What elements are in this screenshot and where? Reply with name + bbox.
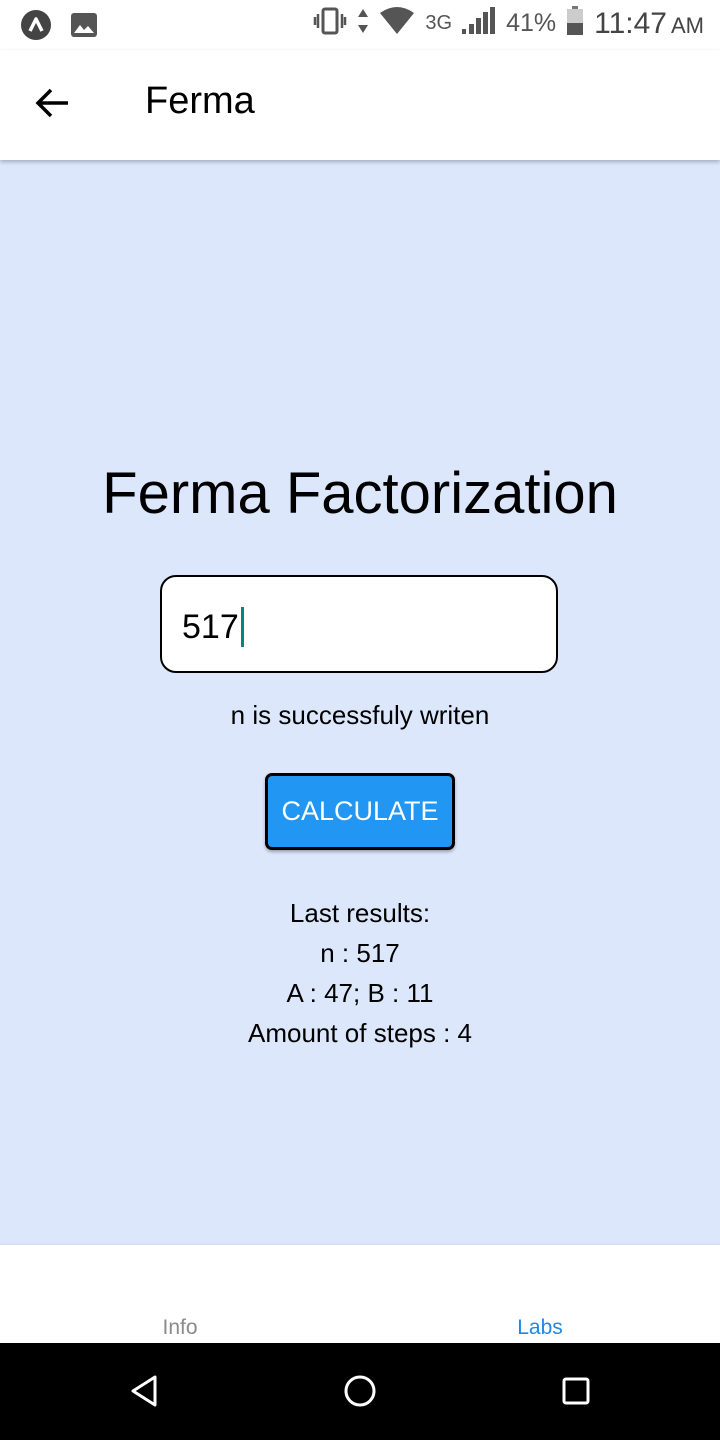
back-icon	[126, 1373, 162, 1414]
system-navigation-bar	[0, 1343, 720, 1440]
tab-labs-label: Labs	[517, 1316, 563, 1339]
back-button[interactable]	[22, 77, 82, 133]
results-block: Last results: n : 517 A : 47; B : 11 Amo…	[0, 893, 720, 1053]
network-type: 3G	[425, 12, 453, 34]
tab-labs[interactable]: Labs	[360, 1245, 720, 1343]
tab-info-label: Info	[162, 1316, 198, 1339]
clock: 11:47 AM	[594, 7, 704, 41]
image-notification-icon	[70, 11, 98, 44]
clock-ampm: AM	[671, 12, 704, 38]
n-input-field[interactable]: 517	[160, 575, 558, 673]
result-steps: Amount of steps : 4	[247, 1018, 472, 1048]
recents-icon	[558, 1373, 594, 1414]
clock-time: 11:47	[594, 6, 667, 40]
tab-info[interactable]: Info	[0, 1245, 360, 1343]
home-icon	[342, 1373, 378, 1414]
main-content: Ferma Factorization 517 n is successfuly…	[0, 160, 720, 1245]
text-caret	[240, 607, 244, 647]
result-ab: A : 47; B : 11	[286, 978, 434, 1008]
results-header: Last results:	[289, 898, 431, 928]
page-heading: Ferma Factorization	[102, 461, 618, 526]
battery-icon	[566, 6, 584, 41]
nav-home-button[interactable]	[330, 1363, 390, 1423]
calculate-button[interactable]: CALCULATE	[265, 773, 455, 850]
signal-icon	[462, 7, 496, 40]
nav-recents-button[interactable]	[546, 1363, 606, 1423]
status-message: n is successfuly writen	[230, 700, 490, 730]
nav-back-button[interactable]	[114, 1363, 174, 1423]
app-bar: Ferma	[0, 50, 720, 160]
app-title: Ferma	[145, 80, 255, 122]
bottom-navigation: Info Labs	[0, 1245, 720, 1343]
vibrate-icon	[313, 6, 347, 41]
data-arrows-icon	[357, 6, 369, 41]
n-input-value: 517	[182, 607, 239, 646]
wifi-icon	[379, 7, 415, 40]
status-bar: 3G 41% 11:47 AM	[0, 0, 720, 50]
app-notification-icon	[20, 9, 52, 46]
arrow-back-icon	[34, 87, 70, 124]
result-n: n : 517	[320, 938, 400, 968]
battery-percentage: 41%	[506, 9, 557, 37]
